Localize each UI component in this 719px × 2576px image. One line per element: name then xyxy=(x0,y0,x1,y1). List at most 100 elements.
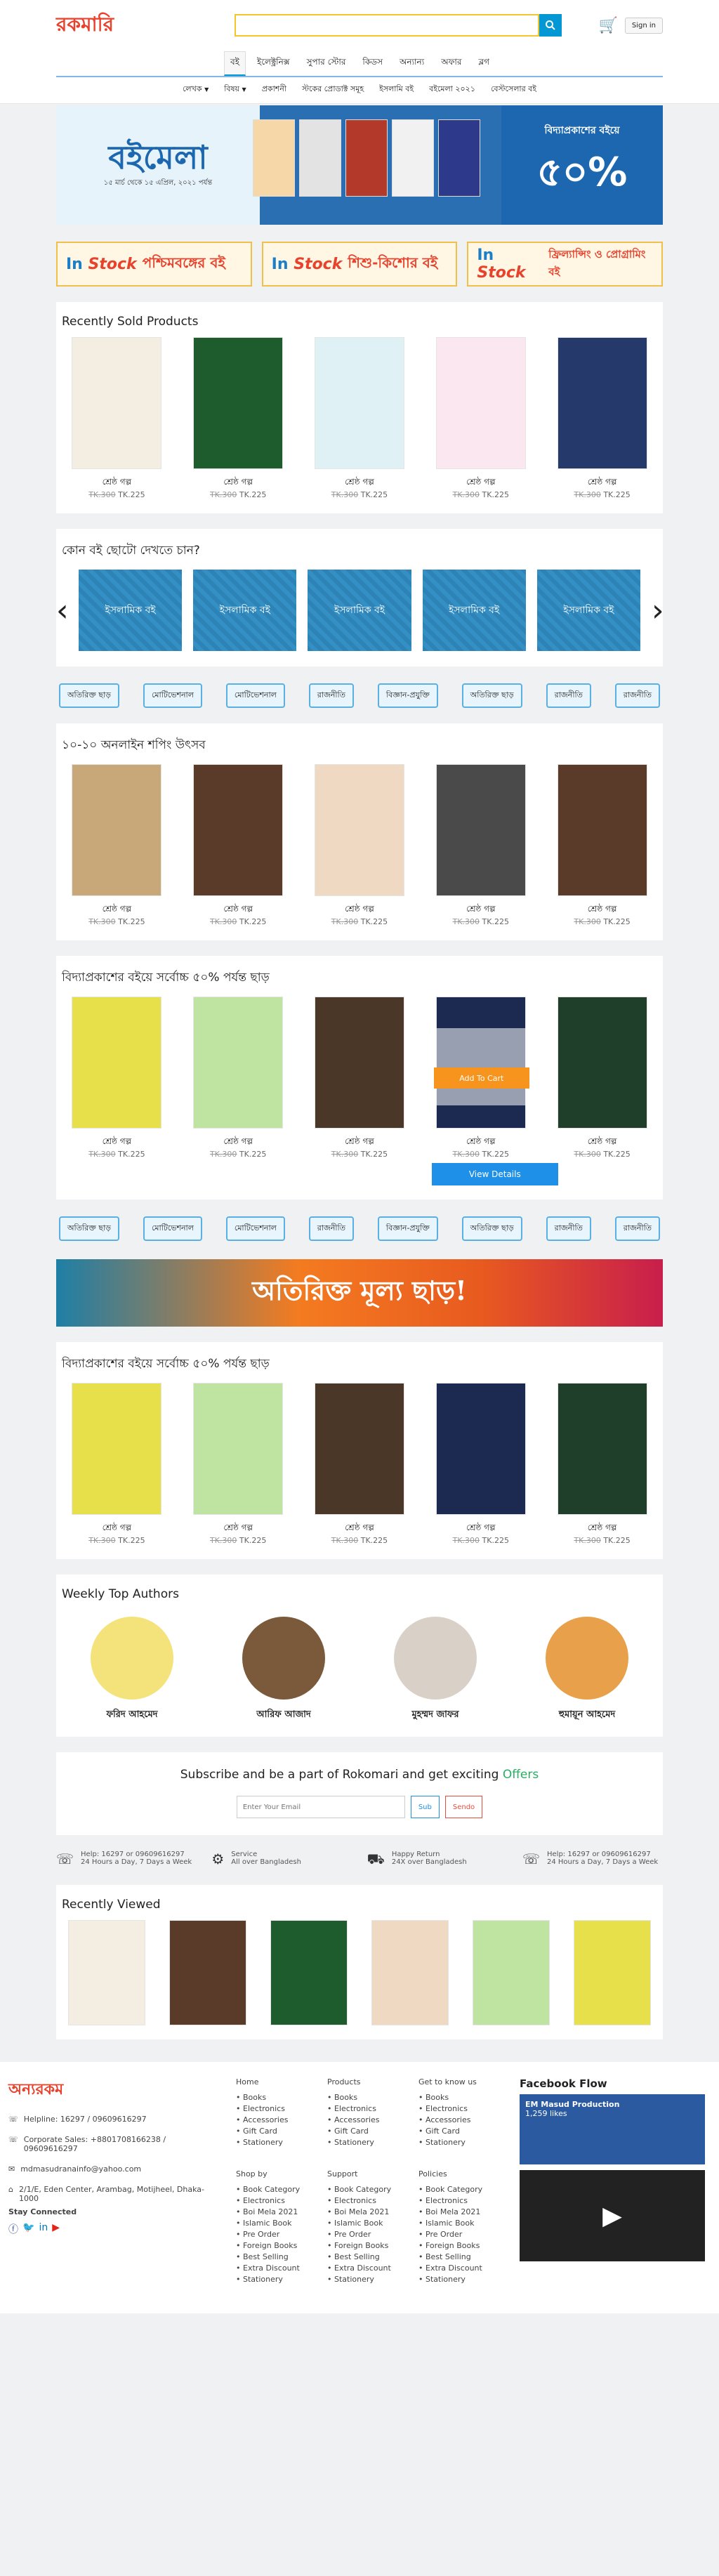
footer-link[interactable]: Islamic Book xyxy=(327,2218,404,2229)
tag-chip[interactable]: রাজনীতি xyxy=(614,683,660,708)
footer-link[interactable]: Gift Card xyxy=(418,2126,496,2137)
book-cover[interactable] xyxy=(193,337,284,469)
product-card[interactable]: শ্রেষ্ঠ গল্প TK.300 TK.225 xyxy=(553,337,652,499)
instock-card[interactable]: In Stock ফ্রিল্যান্সিং ও প্রোগ্রামিং বই xyxy=(467,242,664,287)
nav-tab-kids[interactable]: কিডস xyxy=(357,52,388,74)
play-icon[interactable]: ▶ xyxy=(520,2170,705,2261)
footer-link[interactable]: Best Selling xyxy=(236,2252,313,2263)
footer-link[interactable]: Extra Discount xyxy=(418,2263,496,2274)
product-card[interactable]: শ্রেষ্ঠ গল্প TK.300 TK.225 xyxy=(432,1383,530,1545)
book-cover[interactable] xyxy=(435,764,526,896)
author-card[interactable]: হুমায়ূন আহমেদ xyxy=(531,1617,643,1723)
tag-chip[interactable]: বিজ্ঞান-প্রযুক্তি xyxy=(377,683,438,708)
footer-link[interactable]: Islamic Book xyxy=(236,2218,313,2229)
product-card[interactable]: শ্রেষ্ঠ গল্প TK.300 TK.225 xyxy=(310,1383,409,1545)
book-thumb[interactable] xyxy=(169,1920,246,2025)
footer-link[interactable]: Gift Card xyxy=(236,2126,313,2137)
product-card[interactable]: শ্রেষ্ঠ গল্প TK.300 TK.225 xyxy=(553,764,652,926)
footer-link[interactable]: Boi Mela 2021 xyxy=(418,2207,496,2218)
product-card[interactable]: শ্রেষ্ঠ গল্প TK.300 TK.225 xyxy=(432,764,530,926)
footer-link[interactable]: Electronics xyxy=(236,2195,313,2207)
book-cover[interactable] xyxy=(193,1383,284,1515)
footer-link[interactable]: Boi Mela 2021 xyxy=(327,2207,404,2218)
subscribe-button[interactable]: Sub xyxy=(410,1796,440,1818)
hero-banner[interactable]: বইমেলা ১৫ মার্চ থেকে ১৫ এপ্রিল, ২০২১ পর্… xyxy=(56,105,663,225)
footer-link[interactable]: Electronics xyxy=(327,2195,404,2207)
footer-link[interactable]: Books xyxy=(236,2092,313,2103)
chevron-right-icon[interactable]: › xyxy=(652,593,664,629)
footer-link[interactable]: Stationery xyxy=(327,2274,404,2285)
subnav-stock[interactable]: স্টকের প্রোডাক্ট সমূহ xyxy=(302,83,364,96)
book-thumb[interactable] xyxy=(574,1920,651,2025)
book-cover[interactable] xyxy=(193,764,284,896)
footer-email[interactable]: mdmasudranainfo@yahoo.com xyxy=(20,2164,141,2174)
footer-link[interactable]: Book Category xyxy=(327,2184,404,2195)
nav-tab-books[interactable]: বই xyxy=(224,51,246,76)
twitter-icon[interactable]: 🐦 xyxy=(22,2222,34,2236)
tag-chip[interactable]: অতিরিক্ত ছাড় xyxy=(461,683,522,708)
book-cover[interactable] xyxy=(72,997,162,1129)
product-card[interactable]: শ্রেষ্ঠ গল্প TK.300 TK.225 xyxy=(310,764,409,926)
product-card[interactable]: শ্রেষ্ঠ গল্প TK.300 TK.225 xyxy=(67,337,166,499)
book-cover[interactable] xyxy=(314,764,404,896)
subnav-writer[interactable]: লেখক ▼ xyxy=(183,83,209,96)
product-card[interactable]: শ্রেষ্ঠ গল্প TK.300 TK.225 xyxy=(189,764,287,926)
send-button[interactable]: Sendo xyxy=(444,1796,483,1818)
footer-link[interactable]: Stationery xyxy=(236,2274,313,2285)
footer-link[interactable]: Pre Order xyxy=(418,2229,496,2240)
footer-link[interactable]: Pre Order xyxy=(327,2229,404,2240)
author-card[interactable]: আরিফ আজাদ xyxy=(227,1617,340,1723)
product-card[interactable]: শ্রেষ্ঠ গল্প TK.300 TK.225 xyxy=(553,997,652,1185)
book-thumb[interactable] xyxy=(68,1920,145,2025)
instock-card[interactable]: In Stock পশ্চিমবঙ্গের বই xyxy=(56,242,252,287)
book-cover[interactable] xyxy=(314,1383,404,1515)
facebook-icon[interactable]: ⓕ xyxy=(8,2222,18,2236)
book-cover[interactable] xyxy=(557,1383,647,1515)
footer-link[interactable]: Book Category xyxy=(236,2184,313,2195)
book-cover[interactable] xyxy=(435,1383,526,1515)
signin-button[interactable]: Sign in xyxy=(624,17,663,34)
footer-link[interactable]: Accessories xyxy=(327,2115,404,2126)
add-to-cart-button[interactable]: Add To Cart xyxy=(433,1067,529,1089)
footer-link[interactable]: Islamic Book xyxy=(418,2218,496,2229)
instock-card[interactable]: In Stock শিশু-কিশোর বই xyxy=(261,242,458,287)
product-card[interactable]: শ্রেষ্ঠ গল্প TK.300 TK.225 xyxy=(67,1383,166,1545)
subnav-islamic[interactable]: ইসলামি বই xyxy=(379,83,414,96)
footer-link[interactable]: Books xyxy=(327,2092,404,2103)
email-field[interactable] xyxy=(236,1796,405,1818)
footer-link[interactable]: Gift Card xyxy=(327,2126,404,2137)
product-card[interactable]: Add To Cart শ্রেষ্ঠ গল্প TK.300 TK.225 View… xyxy=(431,997,558,1185)
footer-link[interactable]: Boi Mela 2021 xyxy=(236,2207,313,2218)
footer-link[interactable]: Book Category xyxy=(418,2184,496,2195)
nav-tab-blog[interactable]: ব্লগ xyxy=(473,52,495,74)
nav-tab-superstore[interactable]: সুপার স্টোর xyxy=(301,52,352,74)
book-thumb[interactable] xyxy=(371,1920,449,2025)
product-card[interactable]: শ্রেষ্ঠ গল্প TK.300 TK.225 xyxy=(189,1383,287,1545)
footer-link[interactable]: Best Selling xyxy=(418,2252,496,2263)
book-cover[interactable] xyxy=(72,764,162,896)
book-cover[interactable] xyxy=(72,337,162,469)
footer-link[interactable]: Electronics xyxy=(418,2195,496,2207)
author-card[interactable]: মুহম্মদ জাফর xyxy=(379,1617,492,1723)
book-cover[interactable]: Add To Cart xyxy=(433,997,529,1129)
product-card[interactable]: শ্রেষ্ঠ গল্প TK.300 TK.225 xyxy=(432,337,530,499)
book-cover[interactable] xyxy=(72,1383,162,1515)
subnav-publisher[interactable]: প্রকাশনী xyxy=(262,83,286,96)
footer-link[interactable]: Extra Discount xyxy=(327,2263,404,2274)
site-logo[interactable]: রকমারি xyxy=(56,9,183,42)
fb-page-card[interactable]: EM Masud Production 1,259 likes xyxy=(520,2094,705,2164)
youtube-icon[interactable]: ▶ xyxy=(52,2222,60,2236)
footer-link[interactable]: Accessories xyxy=(418,2115,496,2126)
product-card[interactable]: শ্রেষ্ঠ গল্প TK.300 TK.225 xyxy=(553,1383,652,1545)
tag-chip[interactable]: রাজনীতি xyxy=(308,683,354,708)
category-card[interactable]: ইসলামিক বই xyxy=(308,570,411,651)
book-cover[interactable] xyxy=(557,997,647,1129)
footer-link[interactable]: Stationery xyxy=(418,2274,496,2285)
nav-tab-electronics[interactable]: ইলেক্ট্রনিক্স xyxy=(251,52,296,74)
view-details-button[interactable]: View Details xyxy=(431,1163,558,1185)
footer-link[interactable]: Stationery xyxy=(418,2137,496,2148)
chevron-left-icon[interactable]: ‹ xyxy=(56,593,69,629)
category-card[interactable]: ইসলামিক বই xyxy=(79,570,183,651)
footer-link[interactable]: Electronics xyxy=(418,2103,496,2115)
tag-chip[interactable]: মোটিভেশনাল xyxy=(225,1216,285,1241)
